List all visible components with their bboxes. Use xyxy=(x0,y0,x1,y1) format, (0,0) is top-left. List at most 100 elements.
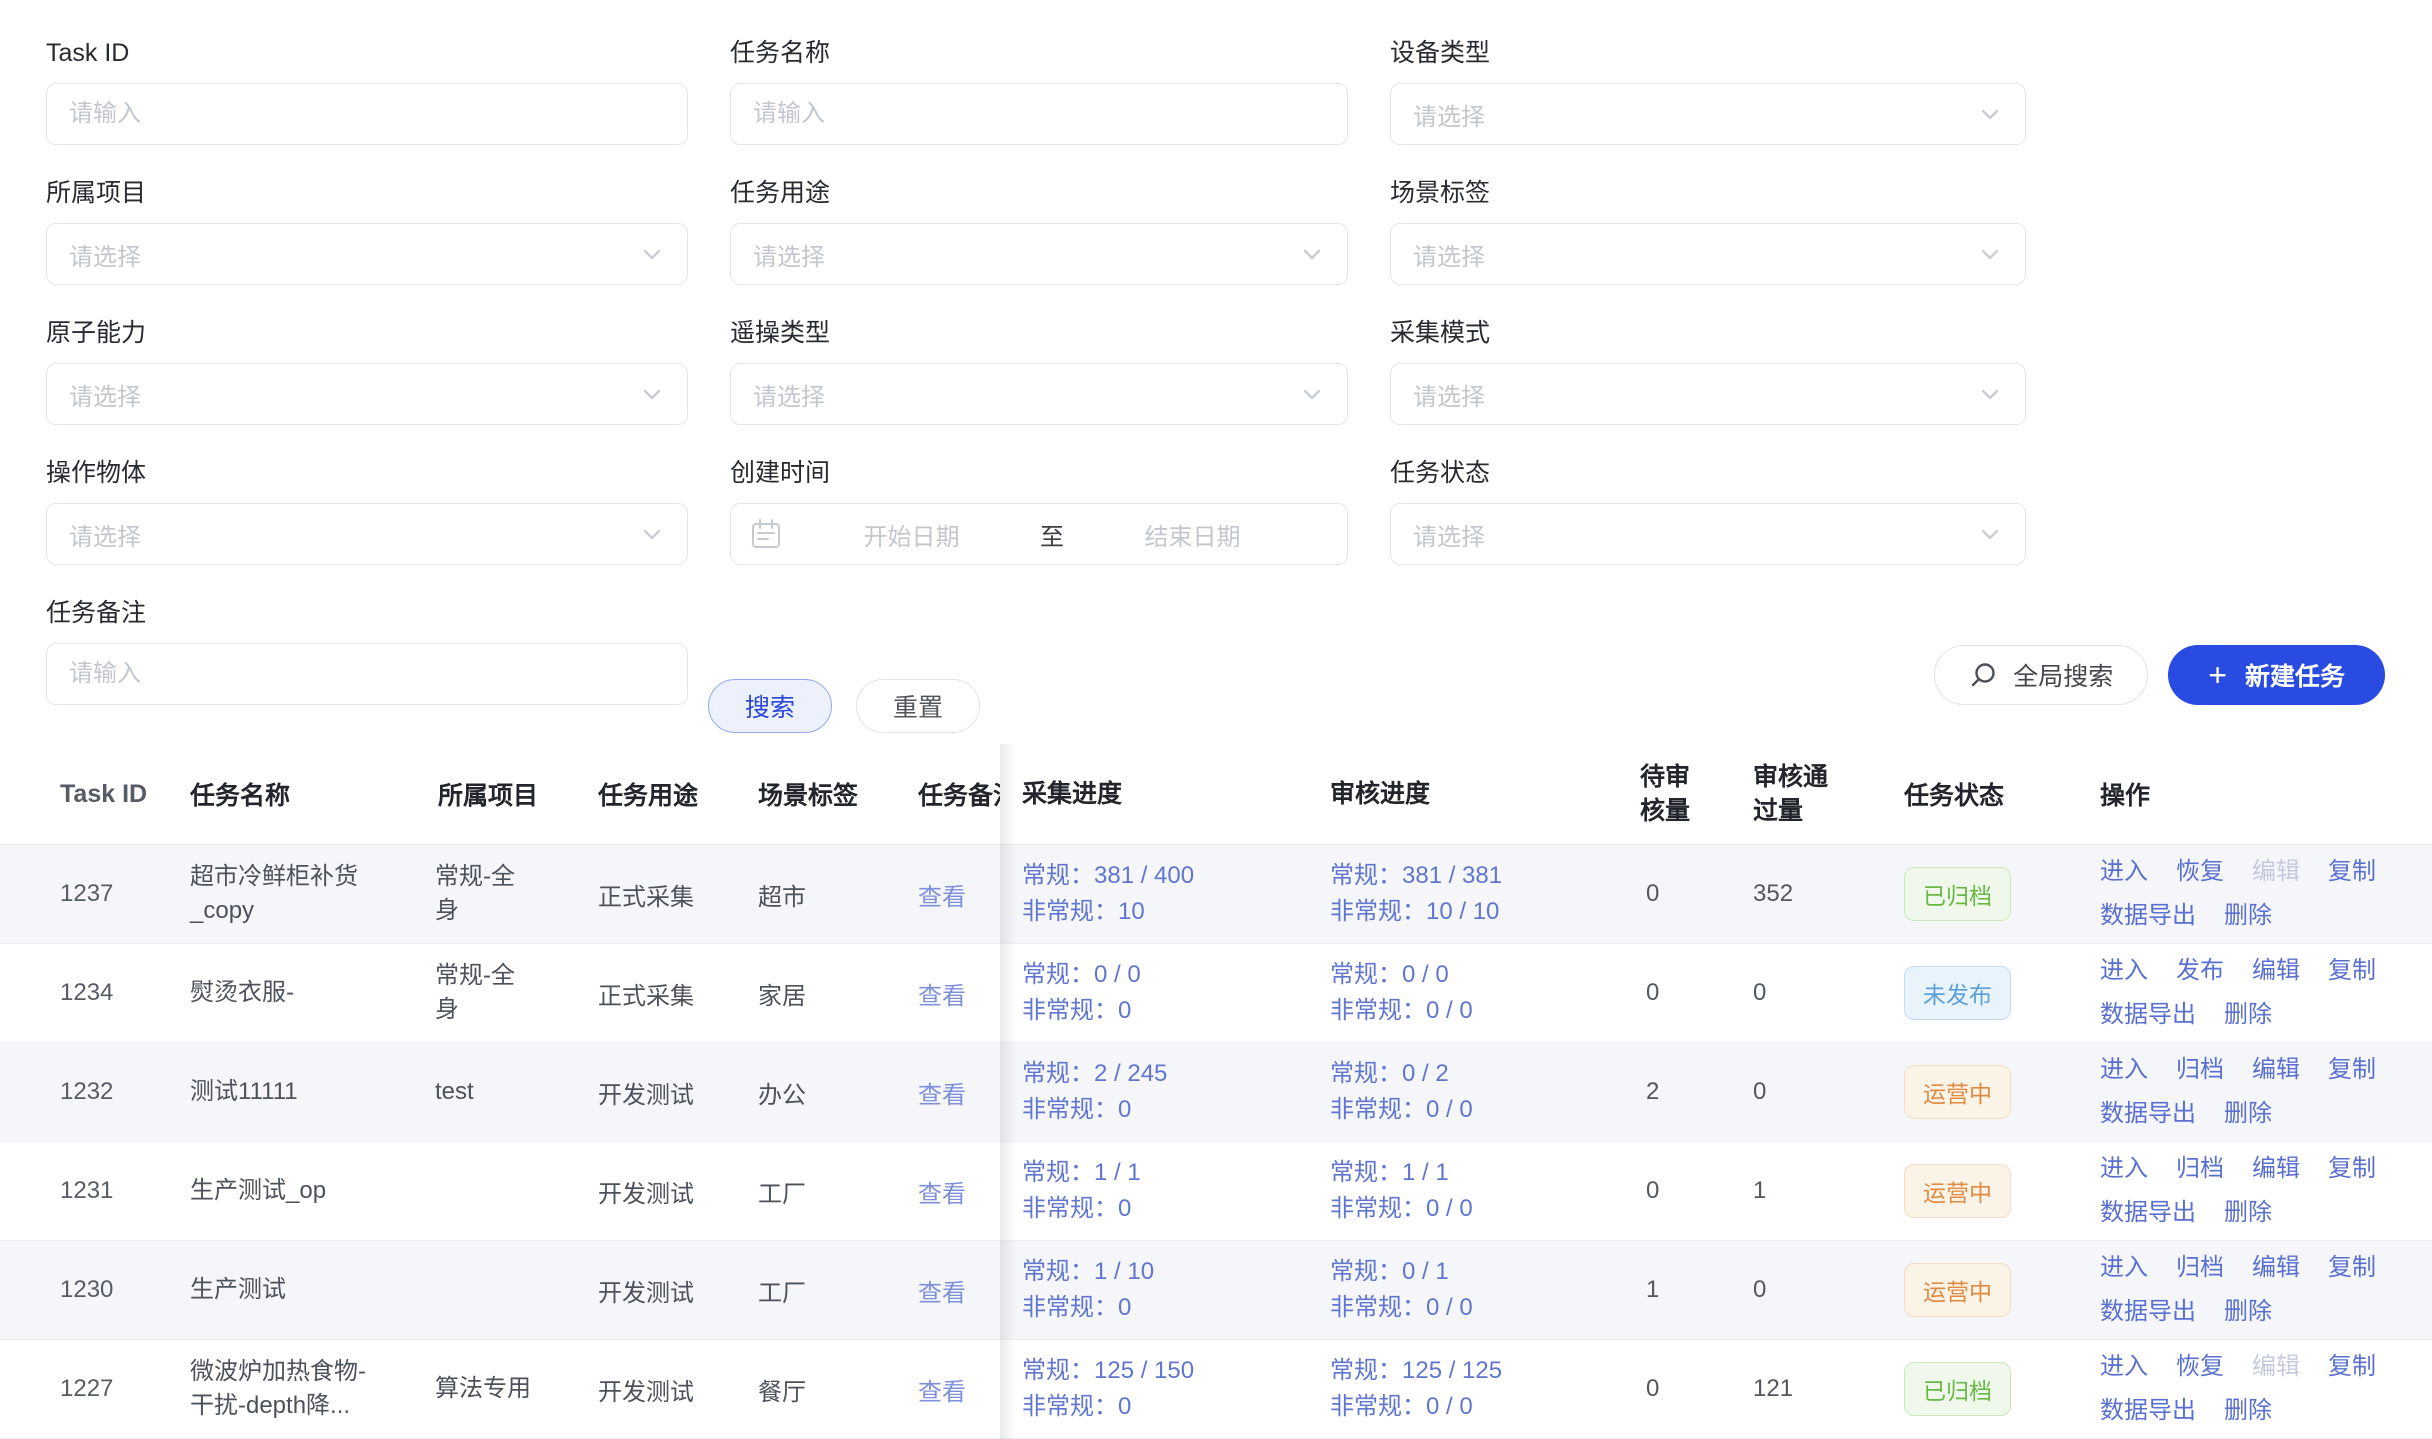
teleop-type-select[interactable]: 请选择 xyxy=(730,363,1348,425)
collect-mode-select[interactable]: 请选择 xyxy=(1390,363,2026,425)
action-link[interactable]: 发布 xyxy=(2176,956,2224,986)
action-link[interactable]: 数据导出 xyxy=(2100,1198,2196,1228)
view-remark-link[interactable]: 查看 xyxy=(918,884,966,911)
action-link[interactable]: 进入 xyxy=(2100,857,2148,887)
action-link[interactable]: 复制 xyxy=(2328,1154,2376,1184)
remark-cell: 查看 xyxy=(915,976,1000,1011)
atomic-ability-select[interactable]: 请选择 xyxy=(46,363,688,425)
project-select[interactable]: 请选择 xyxy=(46,223,688,285)
view-remark-link[interactable]: 查看 xyxy=(918,1379,966,1406)
scene-tag-select[interactable]: 请选择 xyxy=(1390,223,2026,285)
filter-field-device-type: 设备类型 请选择 xyxy=(1390,38,2026,145)
collect-irregular[interactable]: 非常规：0 xyxy=(1022,1092,1322,1128)
view-remark-link[interactable]: 查看 xyxy=(918,1082,966,1109)
action-link[interactable]: 进入 xyxy=(2100,956,2148,986)
action-link[interactable]: 删除 xyxy=(2224,1297,2272,1327)
action-link[interactable]: 编辑 xyxy=(2252,956,2300,986)
review-regular[interactable]: 常规：0 / 0 xyxy=(1330,957,1630,993)
review-irregular[interactable]: 非常规：0 / 0 xyxy=(1330,1389,1630,1425)
action-link[interactable]: 进入 xyxy=(2100,1154,2148,1184)
collect-regular[interactable]: 常规：0 / 0 xyxy=(1022,957,1322,993)
action-link[interactable]: 编辑 xyxy=(2252,1055,2300,1085)
create-time-range-picker[interactable]: 开始日期 至 结束日期 xyxy=(730,503,1348,565)
purpose-cell: 开发测试 xyxy=(595,1372,755,1407)
pending-count-cell: 1 xyxy=(1630,1276,1745,1304)
collect-irregular[interactable]: 非常规：0 xyxy=(1022,1389,1322,1425)
review-irregular[interactable]: 非常规：0 / 0 xyxy=(1330,1092,1630,1128)
review-regular[interactable]: 常规：381 / 381 xyxy=(1330,858,1630,894)
search-button[interactable]: 搜索 xyxy=(708,679,832,733)
approved-count-cell: 121 xyxy=(1745,1375,1900,1403)
review-irregular[interactable]: 非常规：0 / 0 xyxy=(1330,993,1630,1029)
action-link[interactable]: 删除 xyxy=(2224,901,2272,931)
collect-regular[interactable]: 常规：2 / 245 xyxy=(1022,1056,1322,1092)
actions-cell: 进入 恢复 编辑 复制 数据导出 删除 xyxy=(2080,857,2432,931)
view-remark-link[interactable]: 查看 xyxy=(918,983,966,1010)
action-link[interactable]: 复制 xyxy=(2328,1253,2376,1283)
review-regular[interactable]: 常规：0 / 2 xyxy=(1330,1056,1630,1092)
collect-irregular[interactable]: 非常规：10 xyxy=(1022,894,1322,930)
review-irregular[interactable]: 非常规：10 / 10 xyxy=(1330,894,1630,930)
review-progress-cell: 常规：381 / 381 非常规：10 / 10 xyxy=(1322,858,1630,930)
action-link[interactable]: 进入 xyxy=(2100,1352,2148,1382)
action-link[interactable]: 数据导出 xyxy=(2100,1000,2196,1030)
collect-regular[interactable]: 常规：125 / 150 xyxy=(1022,1353,1322,1389)
end-date-placeholder[interactable]: 结束日期 xyxy=(1064,517,1321,552)
action-link[interactable]: 编辑 xyxy=(2252,1154,2300,1184)
collect-regular[interactable]: 常规：1 / 10 xyxy=(1022,1254,1322,1290)
header-pending: 待审核量 xyxy=(1630,760,1745,828)
action-link[interactable]: 进入 xyxy=(2100,1253,2148,1283)
device-type-select[interactable]: 请选择 xyxy=(1390,83,2026,145)
new-task-button[interactable]: + 新建任务 xyxy=(2168,645,2385,705)
task-status-select[interactable]: 请选择 xyxy=(1390,503,2026,565)
action-link[interactable]: 编辑 xyxy=(2252,1253,2300,1283)
action-link[interactable]: 进入 xyxy=(2100,1055,2148,1085)
action-link[interactable]: 归档 xyxy=(2176,1055,2224,1085)
action-link[interactable]: 恢复 xyxy=(2176,857,2224,887)
review-regular[interactable]: 常规：1 / 1 xyxy=(1330,1155,1630,1191)
action-link[interactable]: 复制 xyxy=(2328,857,2376,887)
field-label: 创建时间 xyxy=(730,458,1348,488)
review-irregular[interactable]: 非常规：0 / 0 xyxy=(1330,1191,1630,1227)
operate-object-select[interactable]: 请选择 xyxy=(46,503,688,565)
reset-button[interactable]: 重置 xyxy=(856,679,980,733)
collect-irregular[interactable]: 非常规：0 xyxy=(1022,1191,1322,1227)
action-link[interactable]: 删除 xyxy=(2224,1198,2272,1228)
action-link[interactable]: 删除 xyxy=(2224,1000,2272,1030)
chevron-down-icon xyxy=(639,241,665,267)
action-link[interactable]: 编辑 xyxy=(2252,1352,2300,1382)
pending-count-cell: 0 xyxy=(1630,1375,1745,1403)
view-remark-link[interactable]: 查看 xyxy=(918,1181,966,1208)
action-link[interactable]: 编辑 xyxy=(2252,857,2300,887)
action-link[interactable]: 恢复 xyxy=(2176,1352,2224,1382)
action-link[interactable]: 归档 xyxy=(2176,1253,2224,1283)
task-remark-input[interactable] xyxy=(46,643,688,705)
action-link[interactable]: 复制 xyxy=(2328,1352,2376,1382)
action-link[interactable]: 复制 xyxy=(2328,1055,2376,1085)
action-link[interactable]: 复制 xyxy=(2328,956,2376,986)
collect-regular[interactable]: 常规：1 / 1 xyxy=(1022,1155,1322,1191)
review-regular[interactable]: 常规：125 / 125 xyxy=(1330,1353,1630,1389)
start-date-placeholder[interactable]: 开始日期 xyxy=(783,517,1040,552)
remark-cell: 查看 xyxy=(915,1174,1000,1209)
collect-irregular[interactable]: 非常规：0 xyxy=(1022,993,1322,1029)
action-link[interactable]: 删除 xyxy=(2224,1099,2272,1129)
collect-irregular[interactable]: 非常规：0 xyxy=(1022,1290,1322,1326)
review-regular[interactable]: 常规：0 / 1 xyxy=(1330,1254,1630,1290)
global-search-button[interactable]: 全局搜索 xyxy=(1934,645,2148,705)
action-link[interactable]: 归档 xyxy=(2176,1154,2224,1184)
review-progress-cell: 常规：0 / 0 非常规：0 / 0 xyxy=(1322,957,1630,1029)
approved-count-cell: 352 xyxy=(1745,880,1900,908)
task-name-input[interactable] xyxy=(730,83,1348,145)
chevron-down-icon xyxy=(1977,101,2003,127)
action-link[interactable]: 数据导出 xyxy=(2100,1099,2196,1129)
review-irregular[interactable]: 非常规：0 / 0 xyxy=(1330,1290,1630,1326)
purpose-select[interactable]: 请选择 xyxy=(730,223,1348,285)
task-id-input[interactable] xyxy=(46,83,688,145)
action-link[interactable]: 数据导出 xyxy=(2100,1297,2196,1327)
view-remark-link[interactable]: 查看 xyxy=(918,1280,966,1307)
action-link[interactable]: 数据导出 xyxy=(2100,901,2196,931)
action-link[interactable]: 数据导出 xyxy=(2100,1396,2196,1426)
collect-regular[interactable]: 常规：381 / 400 xyxy=(1022,858,1322,894)
action-link[interactable]: 删除 xyxy=(2224,1396,2272,1426)
